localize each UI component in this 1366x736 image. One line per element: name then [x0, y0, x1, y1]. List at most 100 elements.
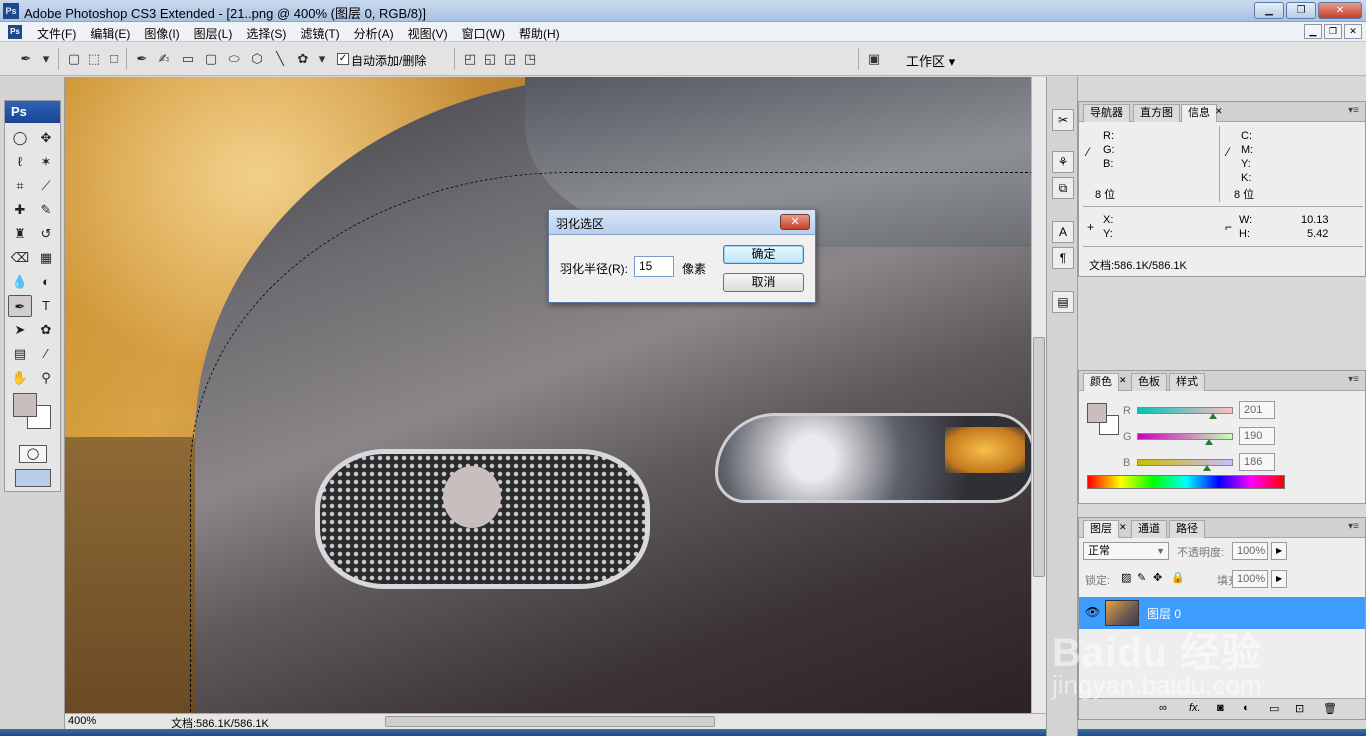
- paragraph-icon[interactable]: ¶: [1052, 247, 1074, 269]
- custom-shape-icon[interactable]: ✿: [295, 51, 311, 67]
- ellipse-shape-icon[interactable]: ⬭: [226, 51, 242, 67]
- link-layers-icon[interactable]: ∞: [1159, 702, 1167, 714]
- menu-file[interactable]: 文件(F): [30, 25, 83, 42]
- path-selection-tool-icon[interactable]: ➤: [8, 319, 32, 341]
- layer-row[interactable]: 👁 图层 0: [1079, 597, 1365, 629]
- path-exclude-icon[interactable]: ◳: [522, 51, 538, 67]
- red-value-input[interactable]: 201: [1239, 401, 1275, 419]
- tab-paths[interactable]: 路径: [1169, 520, 1205, 538]
- tab-swatches[interactable]: 色板: [1131, 373, 1167, 391]
- slice-tool-icon[interactable]: ⟋: [34, 175, 58, 197]
- tab-layers[interactable]: 图层: [1083, 520, 1119, 538]
- blend-mode-select[interactable]: 正常 ▼: [1083, 542, 1169, 560]
- tool-preset-dropdown-icon[interactable]: ▾: [38, 51, 54, 67]
- tab-color[interactable]: 颜色: [1083, 373, 1119, 391]
- crop-tool-icon[interactable]: ⌗: [8, 175, 32, 197]
- panel-menu-icon[interactable]: ▾≡: [1348, 521, 1359, 532]
- close-icon[interactable]: ✕: [1215, 106, 1223, 117]
- blue-value-input[interactable]: 186: [1239, 453, 1275, 471]
- red-slider-handle[interactable]: [1209, 413, 1217, 419]
- path-add-icon[interactable]: ◰: [462, 51, 478, 67]
- trash-icon[interactable]: 🗑: [1323, 702, 1337, 715]
- doc-minimize-button[interactable]: ▁: [1304, 24, 1322, 39]
- pen-tool-icon[interactable]: ✒: [8, 295, 32, 317]
- path-intersect-icon[interactable]: ◲: [502, 51, 518, 67]
- zoom-tool-icon[interactable]: ⚲: [34, 367, 58, 389]
- hand-tool-icon[interactable]: ✋: [8, 367, 32, 389]
- ok-button[interactable]: 确定: [723, 245, 804, 264]
- type-tool-icon[interactable]: T: [34, 295, 58, 317]
- green-slider-handle[interactable]: [1205, 439, 1213, 445]
- dodge-tool-icon[interactable]: ◐: [34, 271, 58, 293]
- vertical-scrollbar[interactable]: [1031, 77, 1046, 713]
- pen-mode-icon[interactable]: ✒: [134, 51, 150, 67]
- blue-slider[interactable]: [1137, 459, 1233, 466]
- cancel-button[interactable]: 取消: [723, 273, 804, 292]
- eyedropper-tool-icon[interactable]: ⁄: [34, 343, 58, 365]
- path-subtract-icon[interactable]: ◱: [482, 51, 498, 67]
- freeform-pen-icon[interactable]: ✍: [156, 51, 172, 67]
- opacity-input[interactable]: 100%: [1232, 542, 1268, 560]
- menu-analysis[interactable]: 分析(A): [347, 25, 401, 42]
- layer-name[interactable]: 图层 0: [1147, 605, 1181, 622]
- shape-tool-icon[interactable]: ✿: [34, 319, 58, 341]
- feather-radius-input[interactable]: 15: [634, 256, 674, 277]
- layer-mask-icon[interactable]: ◙: [1217, 702, 1224, 714]
- fill-slider-button[interactable]: ▶: [1271, 570, 1287, 588]
- lasso-tool-icon[interactable]: ℓ: [8, 151, 32, 173]
- gradient-tool-icon[interactable]: ▦: [34, 247, 58, 269]
- paths-icon[interactable]: ⬚: [86, 51, 102, 67]
- close-icon[interactable]: ✕: [1119, 375, 1127, 386]
- red-slider[interactable]: [1137, 407, 1233, 414]
- marquee-tool-icon[interactable]: ◯: [8, 127, 32, 149]
- lock-position-icon[interactable]: ✥: [1153, 571, 1162, 584]
- eraser-tool-icon[interactable]: ⌫: [8, 247, 32, 269]
- quick-mask-icon[interactable]: ◯: [19, 445, 47, 463]
- dialog-title-bar[interactable]: 羽化选区 ✕: [549, 210, 815, 235]
- healing-brush-tool-icon[interactable]: ✚: [8, 199, 32, 221]
- blue-slider-handle[interactable]: [1203, 465, 1211, 471]
- line-shape-icon[interactable]: ╲: [272, 51, 288, 67]
- tab-styles[interactable]: 样式: [1169, 373, 1205, 391]
- doc-close-button[interactable]: ✕: [1344, 24, 1362, 39]
- document-canvas[interactable]: [65, 77, 1031, 713]
- brushes-icon[interactable]: ⚘: [1052, 151, 1074, 173]
- dialog-close-button[interactable]: ✕: [780, 214, 810, 230]
- menu-help[interactable]: 帮助(H): [512, 25, 567, 42]
- tool-presets-icon[interactable]: ✂: [1052, 109, 1074, 131]
- horizontal-scroll-thumb[interactable]: [385, 716, 715, 727]
- shape-layers-icon[interactable]: ▢: [66, 51, 82, 67]
- lock-transparency-icon[interactable]: ▨: [1121, 571, 1131, 584]
- fill-pixels-icon[interactable]: □: [106, 51, 122, 67]
- lock-all-icon[interactable]: 🔒: [1171, 571, 1185, 584]
- lock-pixels-icon[interactable]: ✎: [1137, 571, 1146, 584]
- menu-view[interactable]: 视图(V): [401, 25, 455, 42]
- menu-edit[interactable]: 编辑(E): [83, 25, 137, 42]
- workspace-menu[interactable]: 工作区 ▾: [906, 51, 955, 70]
- minimize-button[interactable]: ▁: [1254, 2, 1284, 19]
- foreground-color-swatch[interactable]: [13, 393, 37, 417]
- layer-style-icon[interactable]: fx.: [1189, 702, 1201, 714]
- new-layer-icon[interactable]: ⊡: [1295, 702, 1304, 715]
- panel-menu-icon[interactable]: ▾≡: [1348, 374, 1359, 385]
- menu-filter[interactable]: 滤镜(T): [293, 25, 346, 42]
- close-button[interactable]: ✕: [1318, 2, 1362, 19]
- color-fg-swatch[interactable]: [1087, 403, 1107, 423]
- fill-input[interactable]: 100%: [1232, 570, 1268, 588]
- new-group-icon[interactable]: ▭: [1269, 702, 1279, 715]
- menu-image[interactable]: 图像(I): [137, 25, 186, 42]
- menu-window[interactable]: 窗口(W): [455, 25, 512, 42]
- layer-comps-icon[interactable]: ▤: [1052, 291, 1074, 313]
- clone-source-icon[interactable]: ⧉: [1052, 177, 1074, 199]
- polygon-shape-icon[interactable]: ⬡: [249, 51, 265, 67]
- rectangle-shape-icon[interactable]: ▭: [180, 51, 196, 67]
- screen-mode-icon[interactable]: [15, 469, 51, 487]
- blur-tool-icon[interactable]: 💧: [8, 271, 32, 293]
- app-menu-icon[interactable]: Ps: [8, 25, 22, 39]
- color-spectrum-bar[interactable]: [1087, 475, 1285, 489]
- tab-navigator[interactable]: 导航器: [1083, 104, 1130, 122]
- menu-select[interactable]: 选择(S): [239, 25, 293, 42]
- geometry-options-dropdown-icon[interactable]: ▾: [314, 51, 330, 67]
- close-icon[interactable]: ✕: [1119, 522, 1127, 533]
- move-tool-icon[interactable]: ✥: [34, 127, 58, 149]
